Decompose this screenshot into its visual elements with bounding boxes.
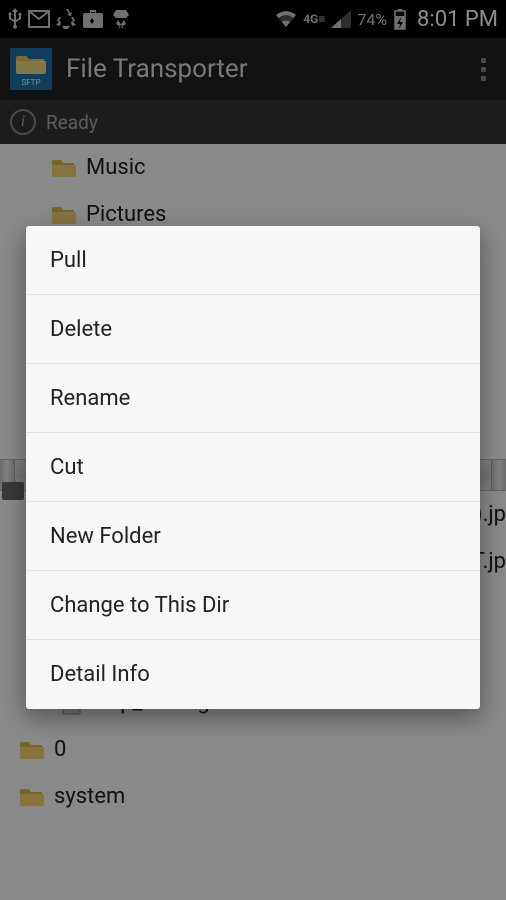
context-menu-item[interactable]: Detail Info [26,640,480,709]
context-menu-item[interactable]: Rename [26,364,480,433]
context-menu-item[interactable]: Change to This Dir [26,571,480,640]
context-menu-item[interactable]: Pull [26,226,480,295]
context-menu: PullDeleteRenameCutNew FolderChange to T… [26,226,480,709]
context-menu-item[interactable]: Delete [26,295,480,364]
context-menu-item[interactable]: Cut [26,433,480,502]
context-menu-item[interactable]: New Folder [26,502,480,571]
